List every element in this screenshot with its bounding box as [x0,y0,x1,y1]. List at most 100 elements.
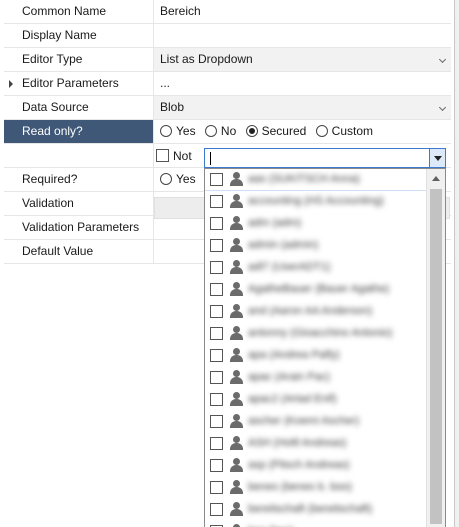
user-icon [229,172,243,186]
user-list-item[interactable]: benes (benes b. boo) [205,477,427,499]
read-only-options: Yes No Secured Custom [154,120,451,143]
checkbox-icon[interactable] [210,217,223,230]
user-label: AgatheBauer (Bauer Agathe) [248,283,390,295]
radio-label: Yes [176,124,196,138]
user-icon [229,194,243,208]
user-icon [229,502,243,516]
property-name: Validation Parameters [4,216,154,239]
user-label: antonny (Gioacchino Antonio) [248,327,393,339]
checkbox-icon[interactable] [210,371,223,384]
users-combobox[interactable] [204,148,446,168]
row-display-name[interactable]: Display Name [4,24,451,48]
data-source-select[interactable]: Blob [154,96,451,119]
property-value[interactable] [154,24,451,47]
checkbox-icon[interactable] [210,305,223,318]
radio-circle-icon[interactable] [315,125,328,137]
user-list-item[interactable]: asp (Pitsch Andreas) [205,455,427,477]
not-checkbox-group[interactable]: Not [156,149,192,163]
user-icon [229,436,243,450]
user-label: apac (Arain Pac) [248,371,330,383]
row-editor-parameters[interactable]: Editor Parameters ... [4,72,451,96]
checkbox-icon[interactable] [210,173,223,186]
checkbox-icon[interactable] [210,239,223,252]
editor-parameters-value[interactable]: ... [154,72,451,95]
editor-type-value: List as Dropdown [160,52,253,66]
user-icon [229,458,243,472]
row-read-only[interactable]: Read only? Yes No Secured Custom [4,120,451,144]
users-dropdown-list: aas (SUKITSCH Anna) accounting (HS Accoun… [204,168,446,527]
radio-yes[interactable]: Yes [160,120,196,143]
chevron-down-icon[interactable] [438,55,447,64]
user-icon [229,304,243,318]
user-list-item[interactable]: and (Aaron AA Anderson) [205,301,427,323]
scroll-up-icon[interactable] [432,176,440,181]
user-icon [229,480,243,494]
dropdown-arrow-button[interactable] [429,149,445,167]
property-value[interactable]: Bereich [154,0,451,23]
user-label: apac2 (Artad Enif) [248,393,337,405]
radio-circle-icon[interactable] [204,125,217,137]
property-name: Common Name [4,0,154,23]
row-common-name[interactable]: Common Name Bereich [4,0,451,24]
checkbox-icon[interactable] [210,327,223,340]
radio-custom[interactable]: Custom [315,120,373,143]
radio-secured[interactable]: Secured [245,120,306,143]
user-label: admin (admin) [248,239,319,251]
checkbox-icon[interactable] [210,349,223,362]
user-label: ascher (Koemi Ascher) [248,415,360,427]
user-list-item[interactable]: AgatheBauer (Bauer Agathe) [205,279,427,301]
user-list-item[interactable]: apac (Arain Pac) [205,367,427,389]
chevron-down-icon[interactable] [438,103,447,112]
vertical-scrollbar[interactable] [426,169,445,527]
user-list-item[interactable]: antonny (Gioacchino Antonio) [205,323,427,345]
user-list-item[interactable]: bereitschaft (bereitschaft) [205,499,427,521]
user-label: apa (Andrea Palfy) [248,349,340,361]
user-icon [229,216,243,230]
row-editor-type[interactable]: Editor Type List as Dropdown [4,48,451,72]
user-icon [229,260,243,274]
checkbox-icon[interactable] [210,503,223,516]
property-name: Data Source [4,96,154,119]
radio-circle-icon[interactable] [160,125,172,137]
user-list-item[interactable]: ascher (Koemi Ascher) [205,411,427,433]
not-label: Not [173,149,192,163]
user-icon [229,414,243,428]
checkbox-icon[interactable] [210,195,223,208]
user-list-item[interactable]: accounting (HS Accounting) [205,191,427,213]
radio-required-yes[interactable]: Yes [160,168,196,191]
radio-label: Yes [176,172,196,186]
radio-selected-icon[interactable] [245,125,258,137]
property-name: Required? [4,168,154,191]
user-list-item[interactable]: adm (adm) [205,213,427,235]
scrollbar-thumb[interactable] [430,189,442,524]
user-list-item[interactable]: admin (admin) [205,235,427,257]
radio-no[interactable]: No [204,120,236,143]
checkbox-icon[interactable] [210,393,223,406]
radio-circle-icon[interactable] [160,173,172,185]
row-data-source[interactable]: Data Source Blob [4,96,451,120]
user-label: ASH (Holtl Andreas) [248,437,347,449]
checkbox-icon[interactable] [156,149,169,162]
editor-type-select[interactable]: List as Dropdown [154,48,451,71]
user-list-item[interactable]: aas (SUKITSCH Anna) [205,169,427,191]
checkbox-icon[interactable] [210,459,223,472]
user-label: bereitschaft (bereitschaft) [248,503,373,515]
checkbox-icon[interactable] [210,415,223,428]
user-label: aas (SUKITSCH Anna) [248,173,360,185]
property-name: Validation [4,192,154,215]
user-icon [229,392,243,406]
property-name: Editor Type [4,48,154,71]
user-label: and (Aaron AA Anderson) [248,305,373,317]
checkbox-icon[interactable] [210,283,223,296]
user-list-item[interactable]: apac2 (Artad Enif) [205,389,427,411]
user-label: benes (benes b. boo) [248,481,352,493]
text-caret [210,152,211,165]
user-list-item[interactable]: apa (Andrea Palfy) [205,345,427,367]
user-list-item[interactable]: bez (bez) [205,521,427,527]
checkbox-icon[interactable] [210,481,223,494]
user-label: accounting (HS Accounting) [248,195,384,207]
checkbox-icon[interactable] [210,437,223,450]
user-list-item[interactable]: adl7 (UserADT1) [205,257,427,279]
user-list-item[interactable]: ASH (Holtl Andreas) [205,433,427,455]
checkbox-icon[interactable] [210,261,223,274]
